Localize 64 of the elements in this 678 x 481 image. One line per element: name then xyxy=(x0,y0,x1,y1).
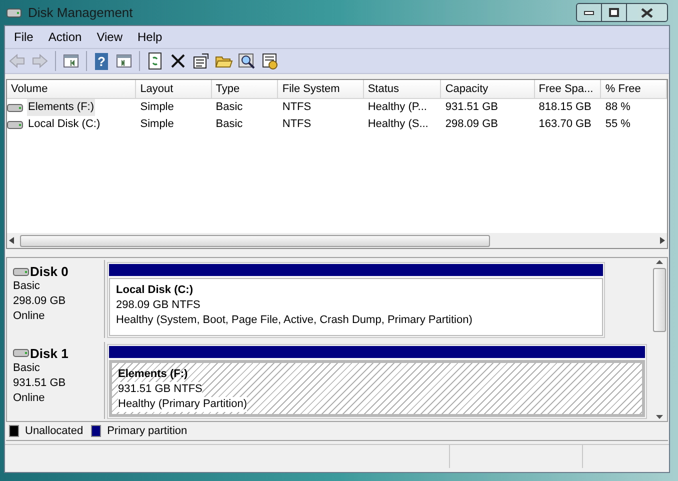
disk-name: Disk 1 xyxy=(30,346,68,360)
document-icon[interactable] xyxy=(191,51,211,71)
partition-name: Local Disk (C:) xyxy=(116,283,194,298)
table-row[interactable]: Elements (F:) xyxy=(27,99,96,116)
scroll-left-icon[interactable] xyxy=(9,237,14,244)
vertical-scrollbar[interactable] xyxy=(651,258,667,421)
column-header[interactable]: Layout xyxy=(136,80,212,99)
table-cell-text: Simple xyxy=(139,117,175,132)
partition-block[interactable]: Elements (F:) 931.51 GB NTFS Healthy (Primary Partition) xyxy=(107,344,647,419)
column-header[interactable]: Status xyxy=(364,80,442,99)
table-cell-text: 55 % xyxy=(604,117,632,132)
column-header[interactable]: Free Spa... xyxy=(534,80,602,99)
drive-icon xyxy=(7,120,23,128)
partition-status: Healthy (System, Boot, Page File, Active, Crash Dump, Primary Partition) xyxy=(116,313,472,328)
partition-size: 931.51 GB NTFS xyxy=(118,382,202,396)
table-cell-text: Simple xyxy=(139,100,175,116)
column-header[interactable]: Capacity xyxy=(441,80,535,99)
table-cell-text: Healthy (P... xyxy=(366,100,428,116)
scroll-down-icon[interactable] xyxy=(656,415,662,419)
disk-type: Basic xyxy=(13,360,41,376)
column-header[interactable]: File System xyxy=(278,80,364,99)
menu-item[interactable]: View xyxy=(90,26,128,48)
help-button[interactable]: ? xyxy=(95,52,108,70)
legend-label: Unallocated xyxy=(25,424,84,439)
table-cell-text: 88 % xyxy=(604,100,632,116)
table-cell-text: NTFS xyxy=(281,117,312,132)
legend-label: Primary partition xyxy=(107,424,188,439)
table-row[interactable]: Local Disk (C:) xyxy=(27,116,102,133)
table-cell-text: 163.70 GB xyxy=(538,117,592,132)
scrollbar-thumb[interactable] xyxy=(652,268,666,332)
window-title: Disk Management xyxy=(28,4,133,22)
table-cell-text: Basic xyxy=(214,117,244,132)
disk-size: 931.51 GB xyxy=(13,376,67,390)
disk-size: 298.09 GB xyxy=(13,294,67,309)
table-cell-text: NTFS xyxy=(281,100,312,116)
settings-icon[interactable] xyxy=(260,51,280,71)
scroll-up-icon[interactable] xyxy=(656,260,662,264)
scroll-right-icon[interactable] xyxy=(660,237,665,244)
disk-status: Online xyxy=(13,390,46,406)
partition-name: Elements (F:) xyxy=(118,366,188,382)
menu-item[interactable]: Help xyxy=(132,26,168,48)
column-header[interactable]: % Free xyxy=(601,80,667,99)
table-cell-text: 931.51 GB xyxy=(444,100,499,116)
table-cell-text: 298.09 GB xyxy=(444,117,499,132)
menu-item[interactable]: Action xyxy=(42,26,88,48)
drive-icon xyxy=(13,349,29,357)
column-header[interactable]: Volume xyxy=(7,80,136,99)
disk-name: Disk 0 xyxy=(30,264,68,279)
horizontal-scrollbar[interactable] xyxy=(7,233,667,248)
disk-status: Online xyxy=(13,309,46,324)
table-cell-text: Healthy (S... xyxy=(366,117,430,132)
drive-icon xyxy=(7,104,23,112)
table-cell-text: 818.15 GB xyxy=(538,100,592,116)
partition-status: Healthy (Primary Partition) xyxy=(118,396,247,412)
search-icon[interactable] xyxy=(237,51,257,71)
close-icon xyxy=(641,8,653,18)
disk-type: Basic xyxy=(13,279,41,294)
column-header[interactable]: Type xyxy=(212,80,278,99)
partition-size: 298.09 GB NTFS xyxy=(116,298,200,313)
table-cell-text: Basic xyxy=(214,100,244,116)
scrollbar-thumb[interactable] xyxy=(20,234,490,246)
partition-block[interactable]: Local Disk (C:) 298.09 GB NTFS Healthy (System, Boot, Page File, Active, Crash Dump, Primary Partition) xyxy=(107,262,605,338)
drive-icon xyxy=(13,268,29,276)
menu-item[interactable]: File xyxy=(8,26,40,48)
